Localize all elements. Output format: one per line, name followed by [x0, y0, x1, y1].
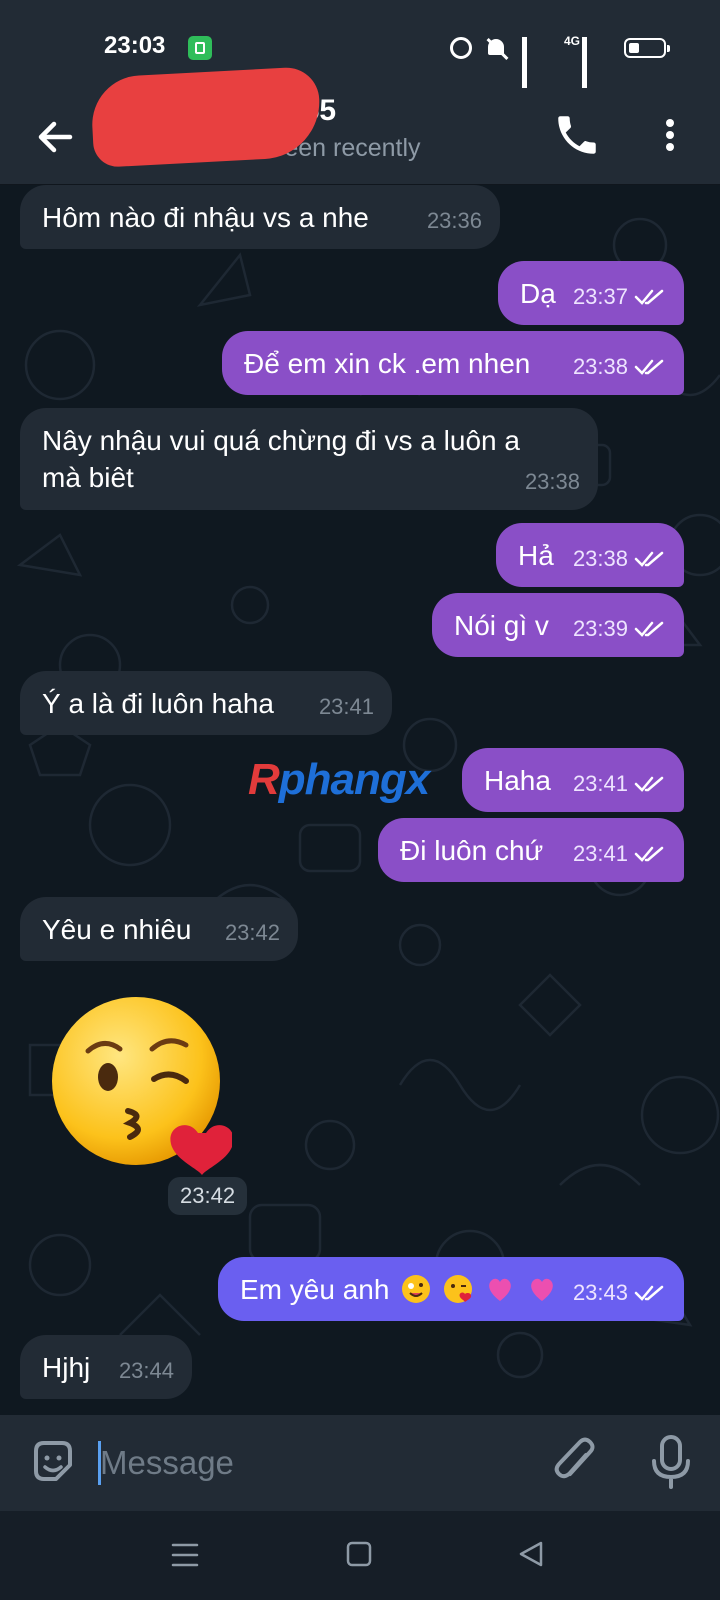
chat-header: …755 last seen recently [0, 66, 720, 185]
double-check-icon [634, 359, 664, 375]
double-check-icon [634, 1285, 664, 1301]
home-square-icon[interactable] [346, 1541, 372, 1567]
message-meta: 23:39 [573, 610, 666, 647]
message-text: Haha [484, 765, 551, 796]
status-time: 23:03 [104, 32, 166, 59]
double-check-icon [634, 776, 664, 792]
zany-face-emoji [402, 1275, 431, 1303]
message-time: 23:36 [426, 208, 482, 233]
double-check-icon [634, 621, 664, 637]
message-time: 23:38 [524, 469, 580, 494]
double-check-icon [634, 289, 664, 305]
message-text: Đi luôn chứ [400, 835, 544, 866]
face-blowing-kiss-emoji [443, 1275, 472, 1303]
watermark-mark: R [248, 755, 280, 804]
alarm-icon [449, 37, 472, 59]
wechat-icon [188, 36, 212, 60]
message-text: Hôm nào đi nhậu vs a nhe [42, 202, 369, 233]
status-icons: 4G [449, 34, 670, 88]
message-incoming[interactable]: Hôm nào đi nhậu vs a nhe 23:36 [20, 185, 500, 249]
call-button[interactable] [552, 110, 602, 160]
watermark: Rphangx [248, 755, 430, 805]
message-time: 23:37 [572, 284, 628, 309]
message-outgoing[interactable]: Dạ 23:37 [498, 261, 684, 325]
message-text: Hả [518, 540, 554, 571]
message-meta: 23:37 [573, 278, 666, 315]
message-meta: 23:41 [319, 688, 374, 725]
phone-icon [558, 116, 596, 154]
system-navigation-bar [0, 1511, 720, 1600]
voice-message-button[interactable] [648, 1433, 694, 1491]
message-time: 23:41 [572, 771, 628, 796]
battery-icon [624, 38, 670, 58]
message-text: Hjhj [42, 1352, 91, 1383]
attach-button[interactable] [550, 1435, 600, 1489]
message-meta: 23:43 [573, 1274, 666, 1311]
message-time: 23:41 [318, 694, 374, 719]
message-text: Nây nhậu vui quá chừng đi vs a luôn a mà… [42, 425, 520, 493]
message-meta: 23:44 [119, 1352, 174, 1389]
message-compose-bar [0, 1415, 720, 1511]
paperclip-icon [554, 1437, 595, 1479]
message-outgoing[interactable]: Hả 23:38 [496, 523, 684, 587]
signal-4g-icon [582, 37, 612, 88]
microphone-icon [652, 1435, 690, 1489]
message-incoming[interactable]: Hjhj 23:44 [20, 1335, 192, 1399]
message-text: Để em xin ck .em nhen [244, 348, 531, 379]
redacted-contact-avatar [89, 66, 323, 168]
message-text: Nói gì v [454, 610, 549, 641]
message-time: 23:38 [572, 354, 628, 379]
message-outgoing[interactable]: Đi luôn chứ 23:41 [378, 818, 684, 882]
sticker-button[interactable] [28, 1437, 78, 1487]
network-type-label: 4G [563, 34, 580, 48]
back-triangle-icon[interactable] [516, 1539, 546, 1569]
growing-heart-emoji [488, 1278, 511, 1301]
message-outgoing[interactable]: Để em xin ck .em nhen 23:38 [222, 331, 684, 395]
message-meta: 23:38 [573, 540, 666, 577]
message-time: 23:39 [572, 616, 628, 641]
more-vertical-icon [666, 119, 674, 151]
message-time: 23:44 [118, 1358, 174, 1383]
message-text: Yêu e nhiêu [42, 914, 192, 945]
message-time: 23:42 [168, 1177, 248, 1215]
status-bar: 23:03 4G [0, 0, 720, 92]
more-options-button[interactable] [650, 110, 690, 160]
sticker-icon [34, 1441, 72, 1481]
message-text: Em yêu anh [240, 1274, 390, 1305]
signal-icon [521, 37, 552, 88]
message-time: 23:38 [572, 546, 628, 571]
message-meta: 23:38 [525, 463, 580, 500]
message-time: 23:42 [224, 920, 280, 945]
growing-heart-emoji [530, 1278, 553, 1301]
message-text: Dạ [520, 278, 556, 309]
message-meta: 23:41 [573, 835, 666, 872]
menu-icon[interactable] [170, 1541, 200, 1569]
message-incoming[interactable]: Ý a là đi luôn haha 23:41 [20, 671, 392, 735]
message-text: Ý a là đi luôn haha [42, 688, 274, 719]
message-input[interactable] [98, 1437, 522, 1489]
kissing-face-sticker[interactable] [48, 993, 232, 1177]
message-time: 23:43 [572, 1280, 628, 1305]
watermark-text: phangx [278, 755, 430, 804]
message-meta: 23:41 [573, 765, 666, 802]
double-check-icon [634, 846, 664, 862]
double-check-icon [634, 551, 664, 567]
message-time: 23:41 [572, 841, 628, 866]
message-meta: 23:38 [573, 348, 666, 385]
message-list[interactable]: Rphangx Hôm nào đi nhậu vs a nhe 23:36 D… [0, 185, 720, 1415]
mute-icon [484, 37, 510, 59]
message-meta: 23:42 [225, 914, 280, 951]
message-meta: 23:36 [427, 202, 482, 239]
message-incoming[interactable]: Nây nhậu vui quá chừng đi vs a luôn a mà… [20, 408, 598, 510]
message-outgoing[interactable]: Haha 23:41 [462, 748, 684, 812]
message-outgoing[interactable]: Em yêu anh 23:43 [218, 1257, 684, 1321]
back-arrow-icon [38, 121, 73, 153]
message-outgoing[interactable]: Nói gì v 23:39 [432, 593, 684, 657]
back-button[interactable] [30, 112, 80, 162]
message-incoming[interactable]: Yêu e nhiêu 23:42 [20, 897, 298, 961]
text-caret [98, 1441, 101, 1485]
